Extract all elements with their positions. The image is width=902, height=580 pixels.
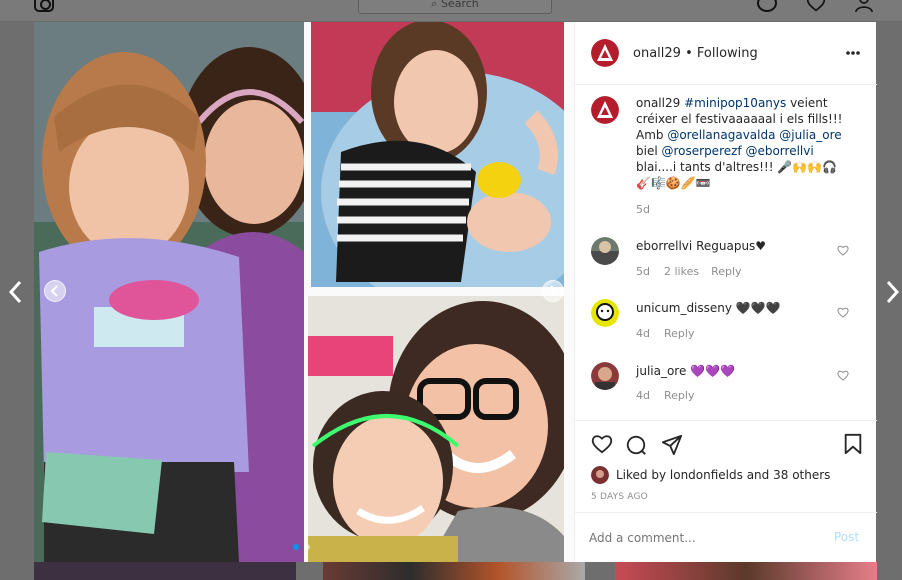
reply-button[interactable]: Reply	[664, 327, 694, 340]
likes-count-link[interactable]: 38 others	[773, 468, 830, 482]
mention-link[interactable]: @eborrellvi	[745, 144, 813, 158]
post-comment-button[interactable]: Post	[834, 530, 859, 544]
previous-post-arrow-icon[interactable]	[6, 278, 26, 306]
mention-link[interactable]: @orellanagavalda	[667, 128, 775, 142]
comment-text: julia_ore 💜💜💜	[636, 364, 736, 378]
activity-heart-icon[interactable]	[806, 0, 826, 12]
post-date[interactable]: 5 DAYS AGO	[591, 492, 648, 502]
author-username-link[interactable]: onall29	[633, 46, 681, 61]
comment-bubble-icon[interactable]	[625, 434, 647, 456]
following-button[interactable]: Following	[697, 46, 758, 61]
author-avatar[interactable]	[591, 39, 619, 67]
post-modal: onall29 • Following onall29 #minipop10an…	[34, 22, 877, 562]
comment-timestamp[interactable]: 4d	[636, 389, 650, 402]
chevron-left-icon	[50, 285, 58, 297]
chevron-right-icon	[550, 285, 558, 297]
caption-username-link[interactable]: onall29	[636, 96, 680, 110]
post-side-panel: onall29 • Following onall29 #minipop10an…	[574, 22, 877, 562]
explore-icon[interactable]	[757, 0, 777, 12]
background-thumbnail[interactable]	[34, 562, 296, 580]
carousel-next-button[interactable]	[542, 280, 564, 302]
liker-avatar[interactable]	[591, 466, 609, 484]
like-comment-heart-icon[interactable]	[837, 245, 849, 256]
like-comment-heart-icon[interactable]	[837, 307, 849, 318]
commenter-avatar-image	[591, 362, 619, 390]
commenter-avatar-image	[591, 237, 619, 265]
mention-link[interactable]: @julia_ore	[779, 128, 841, 142]
commenter-avatar[interactable]	[591, 299, 619, 327]
liked-by-text: Liked by londonfields and 38 others	[616, 468, 831, 482]
header-separator: •	[680, 46, 697, 61]
background-thumbnail[interactable]	[323, 562, 585, 580]
comment-meta: 4d Reply	[636, 389, 694, 402]
instagram-logo-icon[interactable]	[34, 0, 54, 12]
caption-line-1: onall29 #minipop10anys veient	[636, 96, 828, 110]
like-comment-heart-icon[interactable]	[837, 370, 849, 381]
share-paper-plane-icon[interactable]	[661, 434, 683, 456]
post-header: onall29 • Following	[575, 22, 877, 85]
comment-username-link[interactable]: julia_ore	[636, 364, 686, 378]
add-comment-bar: Post	[575, 512, 877, 562]
comment-input[interactable]	[589, 525, 819, 551]
next-post-arrow-icon[interactable]	[882, 278, 902, 306]
photo-girl-with-yellow-ball	[311, 22, 564, 287]
comment-timestamp[interactable]: 5d	[636, 265, 650, 278]
caption-avatar-image	[591, 96, 619, 124]
caption-line-2: créixer el festivaaaaaal i els fills!!!	[636, 112, 843, 126]
caption-line-6: 🎸🎼🍪🥖📼	[636, 176, 711, 190]
author-avatar-image	[591, 39, 619, 67]
liker-avatar-image	[591, 466, 609, 484]
caption-line-4: biel @roserperezf @eborrellvi	[636, 144, 814, 158]
photo-selfie-with-headphones	[308, 296, 564, 562]
reply-button[interactable]: Reply	[664, 389, 694, 402]
carousel-previous-button[interactable]	[44, 280, 66, 302]
mention-link[interactable]: @roserperezf	[661, 144, 741, 158]
carousel-dot-active	[293, 544, 299, 550]
like-heart-icon[interactable]	[591, 434, 613, 454]
post-image-collage[interactable]	[34, 22, 574, 562]
photo-girl-and-woman	[34, 22, 304, 562]
comment-likes[interactable]: 2 likes	[664, 265, 699, 278]
search-icon: ⌕	[431, 0, 441, 10]
caption-timestamp[interactable]: 5d	[636, 203, 650, 216]
caption-author-avatar[interactable]	[591, 96, 619, 124]
comment-meta: 4d Reply	[636, 327, 694, 340]
save-bookmark-icon[interactable]	[843, 433, 863, 455]
search-input[interactable]: ⌕ Search	[358, 0, 552, 14]
commenter-avatar[interactable]	[591, 237, 619, 265]
comment-meta: 5d 2 likes Reply	[636, 265, 742, 278]
background-thumbnail[interactable]	[615, 562, 877, 580]
carousel-dot	[304, 544, 310, 550]
caption-line-5: blai....i tants d'altres!!! 🎤🙌🙌🎧	[636, 160, 838, 174]
reply-button[interactable]: Reply	[711, 265, 741, 278]
comment-text: unicum_disseny 🖤🖤🖤	[636, 301, 781, 315]
commenter-avatar-image	[591, 299, 619, 327]
comment-username-link[interactable]: eborrellvi	[636, 239, 692, 253]
liker-username-link[interactable]: londonfields	[670, 468, 743, 482]
comment-timestamp[interactable]: 4d	[636, 327, 650, 340]
comment-username-link[interactable]: unicum_disseny	[636, 301, 732, 315]
hashtag-link[interactable]: #minipop10anys	[684, 96, 786, 110]
post-actions: Liked by londonfields and 38 others 5 DA…	[575, 420, 877, 502]
commenter-avatar[interactable]	[591, 362, 619, 390]
comment-text: eborrellvi Reguapus♥	[636, 239, 767, 253]
caption-line-3: Amb @orellanagavalda @julia_ore	[636, 128, 842, 142]
more-options-icon[interactable]	[845, 50, 861, 56]
background-header: ⌕ Search	[0, 0, 902, 22]
profile-icon[interactable]	[854, 0, 874, 12]
